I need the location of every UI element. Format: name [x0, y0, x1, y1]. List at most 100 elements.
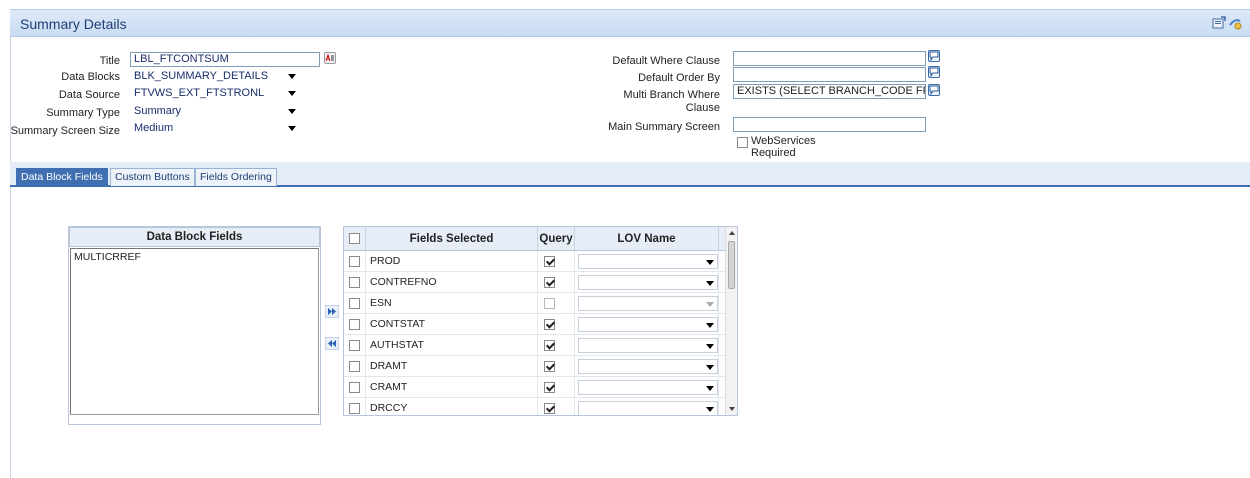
chevron-down-icon — [706, 386, 714, 391]
row-select-checkbox[interactable] — [349, 256, 360, 267]
screen-size-label: Summary Screen Size — [10, 125, 120, 137]
data-source-select[interactable]: FTVWS_EXT_FTSTRONL — [131, 86, 299, 101]
select-all-checkbox[interactable] — [349, 233, 360, 244]
speech-bubble-icon[interactable] — [928, 84, 940, 96]
row-select-checkbox[interactable] — [349, 319, 360, 330]
table-row[interactable]: CRAMT — [344, 377, 727, 398]
fields-selected-grid: Fields Selected Query LOV Name PROD CONTR… — [343, 226, 738, 416]
multi-branch-field[interactable]: EXISTS (SELECT BRANCH_CODE FROM — [733, 84, 926, 99]
chevron-down-icon — [288, 74, 296, 79]
lov-name-select[interactable] — [578, 380, 718, 395]
table-row[interactable]: DRCCY — [344, 398, 727, 415]
data-blocks-value: BLK_SUMMARY_DETAILS — [134, 70, 269, 82]
translate-icon[interactable] — [324, 52, 336, 64]
query-checkbox[interactable] — [544, 382, 555, 393]
query-cell — [538, 314, 575, 335]
query-checkbox[interactable] — [544, 298, 555, 309]
data-source-label: Data Source — [58, 89, 120, 101]
top-strip — [0, 0, 1250, 8]
query-cell — [538, 377, 575, 398]
table-row[interactable]: DRAMT — [344, 356, 727, 377]
field-name-cell: CONTREFNO — [366, 272, 538, 293]
table-row[interactable]: AUTHSTAT — [344, 335, 727, 356]
summary-details-header: Summary Details — [10, 9, 1250, 37]
table-row[interactable]: PROD — [344, 251, 727, 272]
lov-name-cell — [575, 356, 719, 377]
lov-name-cell — [575, 377, 719, 398]
table-row[interactable]: CONTREFNO — [344, 272, 727, 293]
list-item[interactable]: MULTICRREF — [71, 249, 318, 265]
field-name-cell: ESN — [366, 293, 538, 314]
row-select-checkbox[interactable] — [349, 403, 360, 414]
webservices-checkbox[interactable] — [737, 137, 748, 148]
field-name-cell: PROD — [366, 251, 538, 272]
table-row[interactable]: CONTSTAT — [344, 314, 727, 335]
lov-name-select[interactable] — [578, 254, 718, 269]
lov-name-select[interactable] — [578, 401, 718, 415]
grid-scrollbar[interactable] — [725, 227, 737, 415]
query-checkbox[interactable] — [544, 403, 555, 414]
row-select-checkbox[interactable] — [349, 361, 360, 372]
row-select-cell — [344, 377, 366, 398]
where-clause-field[interactable] — [733, 51, 926, 66]
query-checkbox[interactable] — [544, 319, 555, 330]
tab-custom-buttons[interactable]: Custom Buttons — [110, 168, 195, 186]
select-all-cell — [344, 227, 366, 251]
lov-name-cell — [575, 272, 719, 293]
data-source-value: FTVWS_EXT_FTSTRONL — [134, 87, 265, 99]
fields-selected-header: Fields Selected — [366, 227, 538, 251]
screen-size-select[interactable]: Medium — [131, 121, 299, 136]
data-block-fields-list[interactable]: MULTICRREF — [70, 248, 319, 415]
data-blocks-select[interactable]: BLK_SUMMARY_DETAILS — [131, 69, 299, 84]
chevron-down-icon — [288, 91, 296, 96]
title-label: Title — [99, 55, 120, 67]
summary-type-select[interactable]: Summary — [131, 104, 299, 119]
help-icon[interactable] — [1228, 16, 1242, 30]
webservices-label-1: WebServices — [751, 135, 816, 147]
query-cell — [538, 272, 575, 293]
row-select-cell — [344, 293, 366, 314]
order-by-field[interactable] — [733, 67, 926, 82]
scroll-thumb[interactable] — [728, 241, 735, 289]
row-select-checkbox[interactable] — [349, 298, 360, 309]
speech-bubble-icon[interactable] — [928, 50, 940, 62]
multi-branch-label-2: Clause — [685, 102, 720, 114]
main-summary-field[interactable] — [733, 117, 926, 132]
move-left-button[interactable] — [324, 336, 340, 351]
scroll-up-icon[interactable] — [729, 231, 735, 235]
speech-bubble-icon[interactable] — [928, 66, 940, 78]
webservices-label-2: Required — [751, 147, 796, 159]
chevron-down-icon — [288, 109, 296, 114]
export-icon[interactable] — [1212, 16, 1226, 30]
query-checkbox[interactable] — [544, 361, 555, 372]
row-select-checkbox[interactable] — [349, 340, 360, 351]
query-checkbox[interactable] — [544, 277, 555, 288]
chevron-down-icon — [706, 365, 714, 370]
lov-name-select[interactable] — [578, 296, 718, 311]
field-name-cell: DRCCY — [366, 398, 538, 415]
tab-fields-ordering[interactable]: Fields Ordering — [195, 168, 277, 186]
query-checkbox[interactable] — [544, 256, 555, 267]
lov-name-cell — [575, 251, 719, 272]
row-select-cell — [344, 272, 366, 293]
lov-name-header: LOV Name — [575, 227, 719, 251]
lov-name-select[interactable] — [578, 317, 718, 332]
table-row[interactable]: ESN — [344, 293, 727, 314]
tab-data-block-fields[interactable]: Data Block Fields — [16, 168, 108, 186]
grid-header: Fields Selected Query LOV Name — [344, 227, 727, 251]
title-field[interactable]: LBL_FTCONTSUM — [130, 52, 320, 67]
chevron-down-icon — [706, 407, 714, 412]
row-select-checkbox[interactable] — [349, 382, 360, 393]
lov-name-select[interactable] — [578, 275, 718, 290]
move-right-button[interactable] — [324, 304, 340, 319]
scroll-down-icon[interactable] — [729, 407, 735, 411]
lov-name-select[interactable] — [578, 359, 718, 374]
chevron-down-icon — [288, 126, 296, 131]
chevron-down-icon — [706, 344, 714, 349]
query-checkbox[interactable] — [544, 340, 555, 351]
left-border — [10, 37, 11, 478]
row-select-checkbox[interactable] — [349, 277, 360, 288]
data-blocks-label: Data Blocks — [61, 71, 120, 83]
lov-name-cell — [575, 335, 719, 356]
lov-name-select[interactable] — [578, 338, 718, 353]
